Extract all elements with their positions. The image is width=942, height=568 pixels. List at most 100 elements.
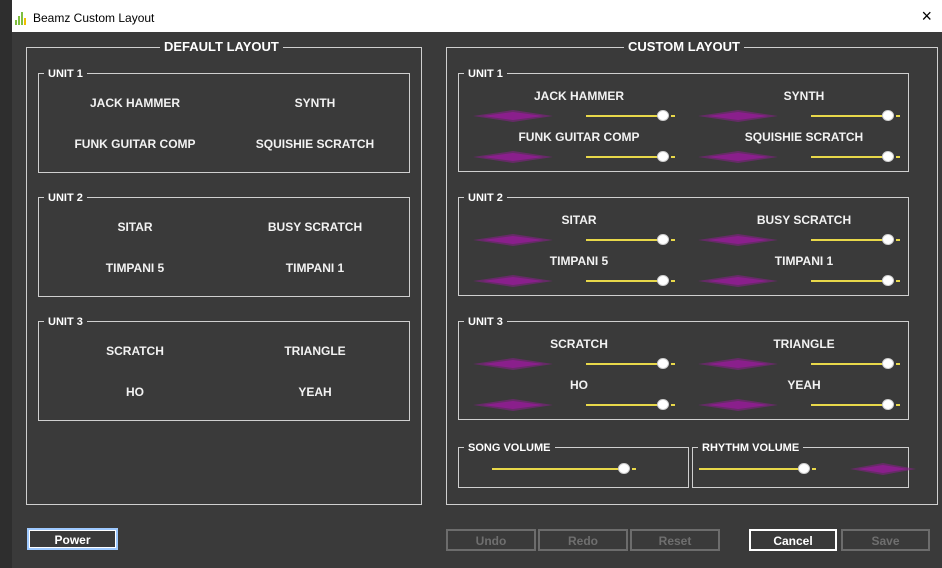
window-title: Beamz Custom Layout	[33, 11, 155, 25]
slider-track-end	[671, 239, 675, 241]
custom-unit-1-legend: UNIT 1	[464, 66, 507, 82]
default-sound-label: TIMPANI 1	[285, 261, 345, 275]
default-sound-label: SITAR	[117, 220, 153, 234]
sound-volume-slider[interactable]	[586, 398, 682, 412]
slider-knob[interactable]	[657, 234, 669, 245]
custom-sound-label: JACK HAMMER	[534, 89, 624, 103]
sound-volume-slider[interactable]	[811, 233, 907, 247]
save-button[interactable]: Save	[841, 529, 930, 551]
slider-track-end	[671, 156, 675, 158]
default-sound-label: SQUISHIE SCRATCH	[255, 137, 375, 151]
custom-sound-label: HO	[570, 378, 588, 392]
default-unit-2-panel: UNIT 2 SITAR BUSY SCRATCH TIMPANI 5 TIMP…	[38, 190, 410, 297]
song-volume-legend: SONG VOLUME	[464, 440, 555, 456]
default-sound-label: JACK HAMMER	[90, 96, 180, 110]
slider-knob[interactable]	[657, 110, 669, 121]
reset-button[interactable]: Reset	[630, 529, 720, 551]
slider-knob[interactable]	[882, 110, 894, 121]
beam-pad[interactable]	[698, 274, 778, 288]
beam-pad-shape	[473, 275, 553, 287]
sound-volume-slider[interactable]	[811, 357, 907, 371]
rhythm-beam-pad[interactable]	[843, 462, 916, 476]
default-unit-3-panel: UNIT 3 SCRATCH TRIANGLE HO YEAH	[38, 314, 410, 421]
slider-track-end	[896, 363, 900, 365]
beam-pad[interactable]	[473, 233, 553, 247]
default-unit-1-legend: UNIT 1	[44, 66, 87, 82]
redo-button[interactable]: Redo	[538, 529, 628, 551]
beam-pad[interactable]	[698, 357, 778, 371]
sound-volume-slider[interactable]	[586, 357, 682, 371]
window-left-edge	[0, 0, 12, 568]
rhythm-volume-slider[interactable]	[699, 462, 827, 476]
default-sound-label: YEAH	[298, 385, 332, 399]
beam-pad-shape	[473, 234, 553, 246]
close-icon[interactable]: ×	[921, 7, 932, 25]
sound-volume-slider[interactable]	[586, 109, 682, 123]
slider-track	[811, 280, 884, 282]
sound-volume-slider[interactable]	[811, 398, 907, 412]
sound-volume-slider[interactable]	[586, 233, 682, 247]
beamz-bars-icon	[15, 12, 28, 25]
slider-knob[interactable]	[657, 275, 669, 286]
window-client-area: DEFAULT LAYOUT UNIT 1 JACK HAMMER SYNTH …	[12, 32, 942, 568]
custom-sound-label: TIMPANI 5	[549, 254, 609, 268]
beam-pad[interactable]	[698, 150, 778, 164]
slider-track	[586, 404, 659, 406]
custom-sound-label: BUSY SCRATCH	[756, 213, 852, 227]
beam-pad-shape	[473, 399, 553, 411]
beam-pad[interactable]	[473, 274, 553, 288]
slider-track	[811, 404, 884, 406]
default-sound-label: SCRATCH	[106, 344, 164, 358]
slider-track	[811, 156, 884, 158]
rhythm-volume-legend: RHYTHM VOLUME	[698, 440, 804, 456]
song-volume-panel: SONG VOLUME	[458, 440, 689, 488]
slider-knob[interactable]	[657, 151, 669, 162]
default-sound-label: HO	[126, 385, 144, 399]
default-unit-3-legend: UNIT 3	[44, 314, 87, 330]
beam-pad-shape	[698, 399, 778, 411]
beam-pad[interactable]	[473, 357, 553, 371]
slider-track	[811, 363, 884, 365]
default-unit-2-legend: UNIT 2	[44, 190, 87, 206]
beam-pad[interactable]	[698, 109, 778, 123]
slider-knob[interactable]	[882, 234, 894, 245]
slider-knob[interactable]	[882, 151, 894, 162]
slider-track	[492, 468, 620, 470]
custom-layout-panel: CUSTOM LAYOUT UNIT 1 JACK HAMMER SYNTH F…	[446, 39, 938, 505]
slider-knob[interactable]	[618, 463, 630, 474]
default-sound-label: TIMPANI 5	[105, 261, 165, 275]
custom-sound-label: FUNK GUITAR COMP	[518, 130, 640, 144]
custom-sound-label: TIMPANI 1	[774, 254, 834, 268]
slider-knob[interactable]	[882, 275, 894, 286]
slider-track	[699, 468, 800, 470]
beam-pad[interactable]	[698, 233, 778, 247]
sound-volume-slider[interactable]	[811, 109, 907, 123]
beam-pad[interactable]	[473, 150, 553, 164]
cancel-button[interactable]: Cancel	[749, 529, 837, 551]
beam-pad-shape	[473, 110, 553, 122]
custom-unit-2-legend: UNIT 2	[464, 190, 507, 206]
slider-track-end	[671, 115, 675, 117]
sound-volume-slider[interactable]	[811, 150, 907, 164]
power-button[interactable]: Power	[27, 528, 118, 550]
beam-pad[interactable]	[473, 109, 553, 123]
slider-track	[586, 363, 659, 365]
song-volume-slider[interactable]	[492, 462, 652, 476]
slider-knob[interactable]	[882, 358, 894, 369]
slider-track-end	[896, 115, 900, 117]
undo-button[interactable]: Undo	[446, 529, 536, 551]
sound-volume-slider[interactable]	[586, 274, 682, 288]
beam-pad-shape	[698, 234, 778, 246]
slider-knob[interactable]	[882, 399, 894, 410]
beam-pad[interactable]	[698, 398, 778, 412]
slider-knob[interactable]	[798, 463, 810, 474]
slider-knob[interactable]	[657, 399, 669, 410]
custom-unit-3-panel: UNIT 3 SCRATCH TRIANGLE HO YEAH	[458, 314, 909, 420]
sound-volume-slider[interactable]	[811, 274, 907, 288]
slider-knob[interactable]	[657, 358, 669, 369]
beam-pad[interactable]	[473, 398, 553, 412]
sound-volume-slider[interactable]	[586, 150, 682, 164]
custom-sound-label: TRIANGLE	[773, 337, 835, 351]
slider-track-end	[632, 468, 636, 470]
slider-track-end	[896, 156, 900, 158]
